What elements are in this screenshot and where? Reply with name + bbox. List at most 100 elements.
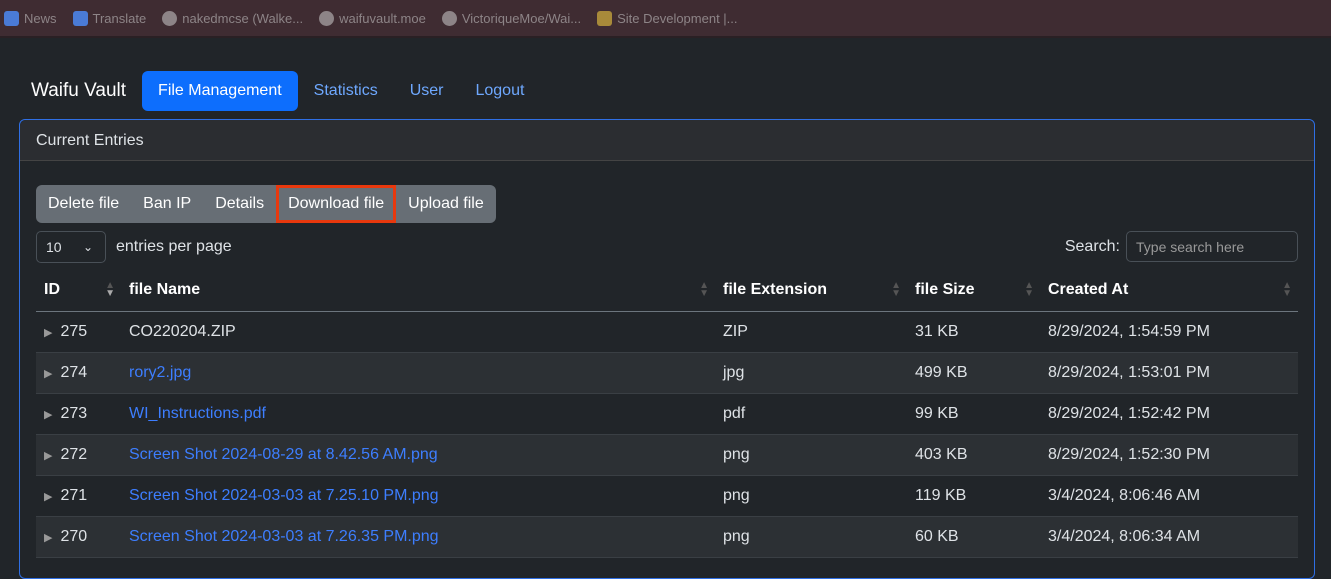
bookmark[interactable]: waifuvault.moe [319, 10, 426, 26]
table-row[interactable]: ▶ 270 Screen Shot 2024-03-03 at 7.26.35 P… [36, 516, 1298, 558]
github-icon [441, 10, 457, 26]
file-link[interactable]: Screen Shot 2024-03-03 at 7.26.35 PM.png [129, 528, 439, 545]
id-value: 272 [60, 445, 88, 463]
column-header-label: file Size [915, 281, 975, 299]
id-cell: ▶ 275 [36, 311, 121, 353]
bookmark-label: VictoriqueMoe/Wai... [461, 10, 582, 26]
entries-card: Current Entries Delete file Ban IP Detai… [19, 119, 1315, 579]
bookmark[interactable]: Site Development |... [597, 10, 738, 26]
bookmark[interactable]: VictoriqueMoe/Wai... [441, 10, 582, 26]
nav-statistics[interactable]: Statistics [298, 71, 394, 111]
google-translate-icon [72, 10, 88, 26]
upload-file-button[interactable]: Upload file [396, 185, 496, 223]
search-label: Search: [1064, 237, 1120, 255]
brand[interactable]: Waifu Vault [31, 80, 126, 102]
navbar: Waifu Vault File Management Statistics U… [31, 71, 540, 111]
expand-caret-icon[interactable]: ▶ [44, 368, 52, 380]
column-header[interactable]: ID ▲ ▼ [36, 270, 121, 312]
page-length-select[interactable]: 10 ⌄ [36, 231, 106, 263]
bookmark[interactable]: nakedmcse (Walke... [162, 10, 304, 26]
created-cell: 8/29/2024, 1:52:30 PM [1040, 434, 1298, 476]
page-length-value: 10 [46, 239, 62, 255]
column-header-label: ID [44, 281, 60, 299]
ext-cell: pdf [715, 393, 907, 435]
bookmark-label: Site Development |... [617, 10, 738, 26]
table-row[interactable]: ▶ 274 rory2.jpg jpg 499 KB 8/29/2024, 1:5… [36, 352, 1298, 394]
sort-icon: ▲ ▼ [1282, 280, 1292, 299]
id-cell: ▶ 271 [36, 475, 121, 517]
site-icon [597, 10, 613, 26]
file-link[interactable]: WI_Instructions.pdf [129, 405, 266, 422]
created-cell: 8/29/2024, 1:54:59 PM [1040, 311, 1298, 353]
created-cell: 3/4/2024, 8:06:46 AM [1040, 475, 1298, 517]
sort-icon: ▲ ▼ [699, 280, 709, 299]
name-cell: Screen Shot 2024-08-29 at 8.42.56 AM.png [121, 434, 715, 476]
id-cell: ▶ 274 [36, 352, 121, 394]
id-cell: ▶ 272 [36, 434, 121, 476]
file-link[interactable]: rory2.jpg [129, 364, 191, 381]
table-row[interactable]: ▶ 272 Screen Shot 2024-08-29 at 8.42.56 A… [36, 434, 1298, 476]
name-cell: CO220204.ZIP [121, 311, 715, 353]
search-input[interactable] [1126, 231, 1298, 262]
page-length-label: entries per page [116, 238, 232, 255]
ext-cell: png [715, 516, 907, 558]
column-header[interactable]: Created At ▲ ▼ [1040, 270, 1298, 312]
card-title: Current Entries [20, 120, 1314, 161]
size-cell: 403 KB [907, 434, 1040, 476]
ext-cell: jpg [715, 352, 907, 394]
bookmark-label: Translate [92, 10, 147, 26]
file-link[interactable]: Screen Shot 2024-03-03 at 7.25.10 PM.png [129, 487, 439, 504]
column-header[interactable]: file Name ▲ ▼ [121, 270, 715, 312]
bookmark-label: waifuvault.moe [339, 10, 426, 26]
size-cell: 60 KB [907, 516, 1040, 558]
table-row[interactable]: ▶ 271 Screen Shot 2024-03-03 at 7.25.10 P… [36, 475, 1298, 517]
chevron-down-icon: ⌄ [82, 240, 93, 254]
nav-file-management[interactable]: File Management [142, 71, 298, 111]
delete-file-button[interactable]: Delete file [36, 185, 131, 223]
google-news-icon [4, 10, 19, 26]
ext-cell: ZIP [715, 311, 907, 353]
expand-caret-icon[interactable]: ▶ [44, 532, 52, 544]
file-link[interactable]: Screen Shot 2024-08-29 at 8.42.56 AM.png [129, 446, 438, 463]
name-cell: WI_Instructions.pdf [121, 393, 715, 435]
search: Search: [1065, 231, 1298, 262]
id-value: 273 [60, 404, 88, 422]
expand-caret-icon[interactable]: ▶ [44, 327, 52, 339]
expand-caret-icon[interactable]: ▶ [44, 491, 52, 503]
bookmark-label: News [24, 10, 57, 26]
details-button[interactable]: Details [203, 185, 276, 223]
bookmark[interactable]: Translate [72, 10, 147, 26]
size-cell: 99 KB [907, 393, 1040, 435]
sort-icon: ▲ ▼ [1024, 280, 1034, 299]
size-cell: 119 KB [907, 475, 1040, 517]
table-row[interactable]: ▶ 273 WI_Instructions.pdf pdf 99 KB 8/29/… [36, 393, 1298, 435]
page-length: 10 ⌄ entries per page [36, 231, 232, 263]
bookmark[interactable]: News [4, 10, 57, 26]
created-cell: 8/29/2024, 1:53:01 PM [1040, 352, 1298, 394]
size-cell: 31 KB [907, 311, 1040, 353]
file-name: CO220204.ZIP [129, 322, 236, 340]
column-header[interactable]: file Size ▲ ▼ [907, 270, 1040, 312]
id-cell: ▶ 270 [36, 516, 121, 558]
expand-caret-icon[interactable]: ▶ [44, 450, 52, 462]
column-header[interactable]: file Extension ▲ ▼ [715, 270, 907, 312]
expand-caret-icon[interactable]: ▶ [44, 409, 52, 421]
column-header-label: file Extension [723, 281, 828, 299]
created-cell: 8/29/2024, 1:52:42 PM [1040, 393, 1298, 435]
name-cell: Screen Shot 2024-03-03 at 7.25.10 PM.png [121, 475, 715, 517]
id-value: 270 [60, 527, 88, 545]
name-cell: Screen Shot 2024-03-03 at 7.26.35 PM.png [121, 516, 715, 558]
nav-user[interactable]: User [394, 71, 460, 111]
ban-ip-button[interactable]: Ban IP [131, 185, 203, 223]
github-icon [319, 10, 335, 26]
column-header-label: file Name [129, 281, 201, 299]
toolbar: Delete file Ban IP Details Download file… [36, 185, 496, 223]
bookmark-label: nakedmcse (Walke... [182, 10, 304, 26]
download-file-button[interactable]: Download file [276, 185, 397, 223]
id-value: 274 [60, 363, 88, 381]
table-row[interactable]: ▶ 275 CO220204.ZIP ZIP 31 KB 8/29/2024, 1… [36, 311, 1298, 353]
github-icon [162, 10, 178, 26]
nav-logout[interactable]: Logout [459, 71, 540, 111]
created-cell: 3/4/2024, 8:06:34 AM [1040, 516, 1298, 558]
column-header-label: Created At [1048, 281, 1129, 299]
